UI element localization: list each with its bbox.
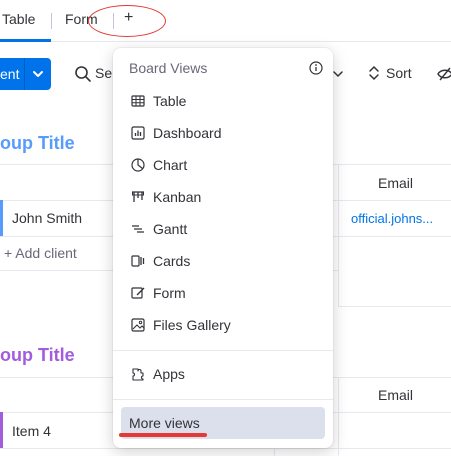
add-item-input[interactable]: + Add client	[4, 245, 77, 261]
menu-item-apps[interactable]: Apps	[121, 358, 325, 390]
search-icon	[75, 66, 91, 82]
tab-table[interactable]: Table	[2, 11, 35, 27]
table-border	[338, 164, 339, 306]
info-icon[interactable]	[309, 61, 323, 75]
menu-item-label: Chart	[153, 157, 188, 173]
menu-item-label: More views	[129, 415, 200, 431]
menu-item-gantt[interactable]: Gantt	[121, 213, 325, 245]
group-color-strip	[0, 200, 3, 236]
new-item-button[interactable]: ent	[0, 58, 51, 90]
search-label: Se	[95, 65, 113, 81]
apps-icon	[132, 368, 144, 381]
menu-item-label: Files Gallery	[153, 317, 231, 333]
cards-icon	[131, 255, 145, 267]
menu-divider	[113, 350, 333, 351]
menu-item-label: Kanban	[153, 189, 202, 205]
dashboard-icon	[131, 126, 145, 140]
menu-item-files-gallery[interactable]: Files Gallery	[121, 309, 325, 341]
chart-icon	[131, 158, 145, 172]
menu-item-label: Dashboard	[153, 125, 222, 141]
menu-item-label: Table	[153, 93, 187, 109]
sort-icon	[369, 65, 379, 81]
item-name-cell[interactable]: John Smith	[12, 210, 82, 226]
view-tabs-bar: Table Form +	[0, 0, 451, 42]
menu-item-kanban[interactable]: Kanban	[121, 181, 325, 213]
email-cell[interactable]: official.johns...	[351, 211, 433, 226]
group-title[interactable]: oup Title	[0, 345, 75, 366]
sort-label: Sort	[386, 65, 412, 81]
menu-item-label: Gantt	[153, 221, 188, 237]
menu-item-dashboard[interactable]: Dashboard	[121, 117, 325, 149]
menu-divider	[113, 399, 333, 400]
item-name-cell[interactable]: Item 4	[12, 423, 51, 439]
files-gallery-icon	[131, 318, 145, 332]
gantt-icon	[132, 225, 144, 233]
table-border	[0, 448, 451, 449]
menu-item-label: Cards	[153, 253, 191, 269]
active-tab-indicator	[0, 39, 51, 42]
group-title[interactable]: oup Title	[0, 133, 75, 154]
menu-item-table[interactable]: Table	[121, 85, 325, 117]
column-header-email[interactable]: Email	[378, 387, 413, 403]
chevron-down-icon[interactable]	[31, 67, 45, 81]
new-item-label: ent	[0, 66, 20, 82]
chevron-down-icon[interactable]	[332, 68, 344, 80]
tab-separator	[51, 13, 52, 29]
button-divider	[24, 58, 25, 90]
kanban-icon	[132, 191, 144, 202]
menu-item-label: Form	[153, 285, 186, 301]
group-color-strip	[0, 412, 3, 448]
annotation-circle	[88, 5, 166, 37]
table-border	[338, 377, 339, 456]
menu-item-cards[interactable]: Cards	[121, 245, 325, 277]
table-icon	[131, 95, 145, 107]
menu-item-label: Apps	[153, 366, 185, 382]
table-border	[338, 306, 451, 307]
eye-off-icon[interactable]	[437, 66, 451, 82]
menu-item-form[interactable]: Form	[121, 277, 325, 309]
annotation-underline	[119, 433, 207, 437]
menu-item-chart[interactable]: Chart	[121, 149, 325, 181]
menu-heading: Board Views	[129, 60, 208, 76]
board-views-menu: Board Views Table Dashboard Chart Kanban…	[113, 48, 333, 448]
column-header-email[interactable]: Email	[378, 175, 413, 191]
form-icon	[131, 287, 145, 299]
